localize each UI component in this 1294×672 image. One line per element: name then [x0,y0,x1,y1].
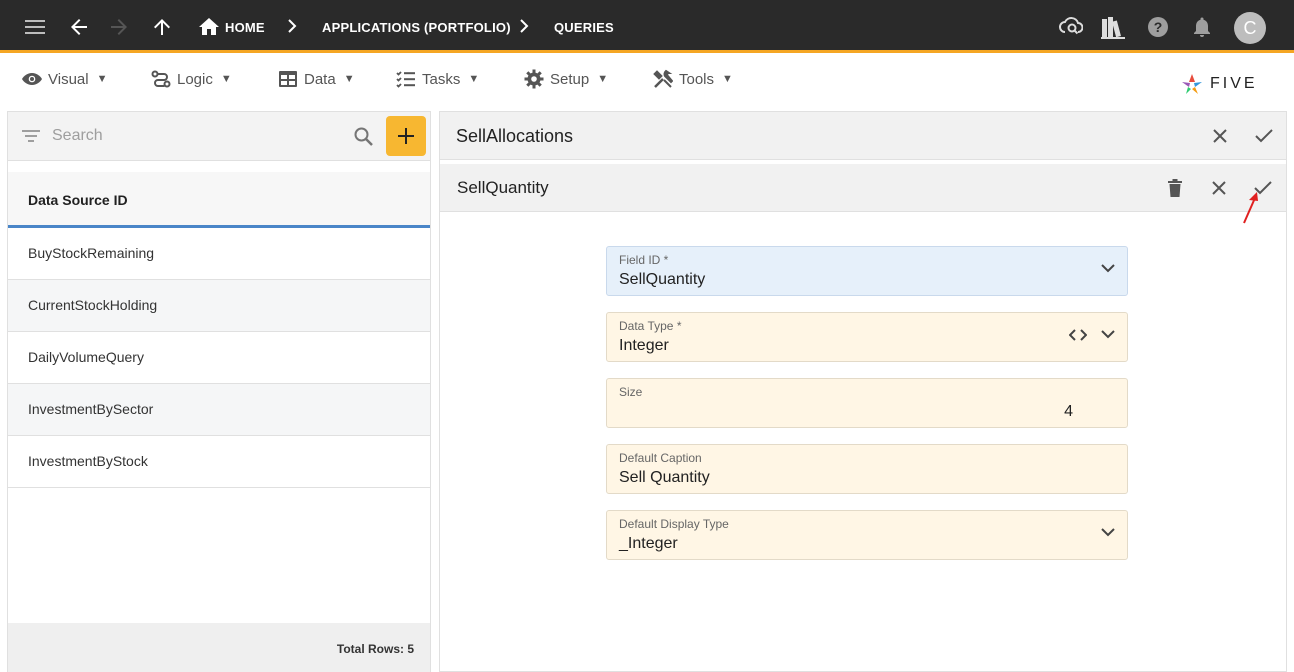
library-books-icon[interactable] [1098,12,1128,42]
field-label: Default Display Type [619,517,729,531]
list-item[interactable]: InvestmentBySector [8,384,430,436]
sub-form-header: SellQuantity [440,164,1286,212]
form-header: SellAllocations [440,112,1286,160]
add-button[interactable] [386,116,426,156]
column-header-label: Data Source ID [28,192,128,208]
list-item[interactable]: InvestmentByStock [8,436,430,488]
menu-visual[interactable]: Visual ▼ [22,64,107,94]
forward-arrow-icon[interactable] [104,12,134,42]
delete-icon[interactable] [1161,174,1189,202]
field-id-select[interactable]: Field ID * SellQuantity [606,246,1128,296]
chevron-right-icon [520,19,529,33]
menu-tools[interactable]: Tools ▼ [653,64,733,94]
five-logo-mark-icon [1182,74,1202,94]
menu-visual-label: Visual [48,70,89,88]
caret-down-icon: ▼ [343,73,355,85]
breadcrumb-home[interactable]: HOME [225,20,265,35]
list-item-label: BuyStockRemaining [28,245,155,261]
caret-down-icon: ▼ [220,73,232,85]
annotation-arrow-icon [1243,192,1258,224]
menu-setup[interactable]: Setup ▼ [524,64,608,94]
menu-setup-label: Setup [550,70,590,88]
five-logo: FIVE [1180,70,1272,98]
menu-logic[interactable]: Logic ▼ [151,64,232,94]
logo-text: FIVE [1210,75,1258,92]
form-title: SellAllocations [456,126,574,146]
field-label: Default Caption [619,451,702,465]
logic-icon [151,70,171,88]
avatar[interactable]: C [1234,12,1266,44]
filter-icon[interactable] [22,129,40,143]
size-field[interactable]: Size 4 [606,378,1128,428]
list-item[interactable]: CurrentStockHolding [8,280,430,332]
field-value: SellQuantity [619,271,706,288]
total-rows-label: Total Rows: 5 [336,642,414,656]
field-label: Size [619,385,643,399]
chevron-down-icon [1101,330,1115,339]
list-item-label: InvestmentByStock [28,453,148,469]
field-value: Sell Quantity [619,469,710,486]
list-footer: Total Rows: 5 [8,623,430,672]
top-app-bar: HOME APPLICATIONS (PORTFOLIO) QUERIES ? … [0,0,1294,53]
code-icon[interactable] [1069,329,1087,341]
caret-down-icon: ▼ [468,73,480,85]
data-type-select[interactable]: Data Type * Integer [606,312,1128,362]
tools-icon [653,69,673,88]
menu-icon[interactable] [20,12,50,42]
help-icon[interactable]: ? [1143,12,1173,42]
confirm-check-icon[interactable] [1250,122,1278,150]
svg-text:?: ? [1154,19,1163,35]
search-bar [8,112,430,161]
close-icon[interactable] [1206,122,1234,150]
field-value: Integer [619,337,669,354]
menu-bar: Visual ▼ Logic ▼ Data ▼ Tasks ▼ Setup ▼ Tools… [0,56,1294,106]
search-input[interactable] [52,122,342,150]
list-item[interactable]: DailyVolumeQuery [8,332,430,384]
list-item-label: DailyVolumeQuery [28,349,144,365]
list-item-label: CurrentStockHolding [28,297,158,313]
data-source-list-panel: Data Source ID BuyStockRemaining Current… [7,111,431,672]
chevron-right-icon [288,19,297,33]
back-arrow-icon[interactable] [64,12,94,42]
menu-tasks-label: Tasks [422,70,461,88]
eye-icon [22,73,42,85]
field-label: Data Type * [619,319,682,333]
menu-logic-label: Logic [177,70,213,88]
home-icon[interactable] [194,12,224,42]
checklist-icon [396,71,415,88]
field-label: Field ID * [619,253,669,267]
menu-tasks[interactable]: Tasks ▼ [396,64,479,94]
cloud-search-icon[interactable] [1056,12,1086,42]
column-header[interactable]: Data Source ID [8,172,430,228]
menu-tools-label: Tools [679,70,715,88]
list-item[interactable]: BuyStockRemaining [8,228,430,280]
menu-data-label: Data [304,70,336,88]
caret-down-icon: ▼ [597,73,609,85]
field-value: _Integer [619,535,678,552]
table-icon [279,71,297,87]
form-panel: SellAllocations SellQuantity Field ID * … [439,111,1287,672]
default-display-type-select[interactable]: Default Display Type _Integer [606,510,1128,560]
default-caption-field[interactable]: Default Caption Sell Quantity [606,444,1128,494]
search-icon[interactable] [354,127,373,146]
chevron-down-icon [1101,528,1115,537]
bell-icon[interactable] [1187,12,1217,42]
plus-icon [398,128,414,144]
caret-down-icon: ▼ [722,73,733,85]
gear-icon [524,69,544,89]
breadcrumb-applications[interactable]: APPLICATIONS (PORTFOLIO) [322,20,511,35]
close-icon[interactable] [1205,174,1233,202]
field-value: 4 [1064,403,1073,420]
list-item-label: InvestmentBySector [28,401,154,417]
menu-data[interactable]: Data ▼ [278,64,355,94]
up-arrow-icon[interactable] [147,12,177,42]
breadcrumb-queries[interactable]: QUERIES [554,20,614,35]
sub-form-title: SellQuantity [457,178,549,197]
caret-down-icon: ▼ [96,73,108,85]
chevron-down-icon [1101,264,1115,273]
